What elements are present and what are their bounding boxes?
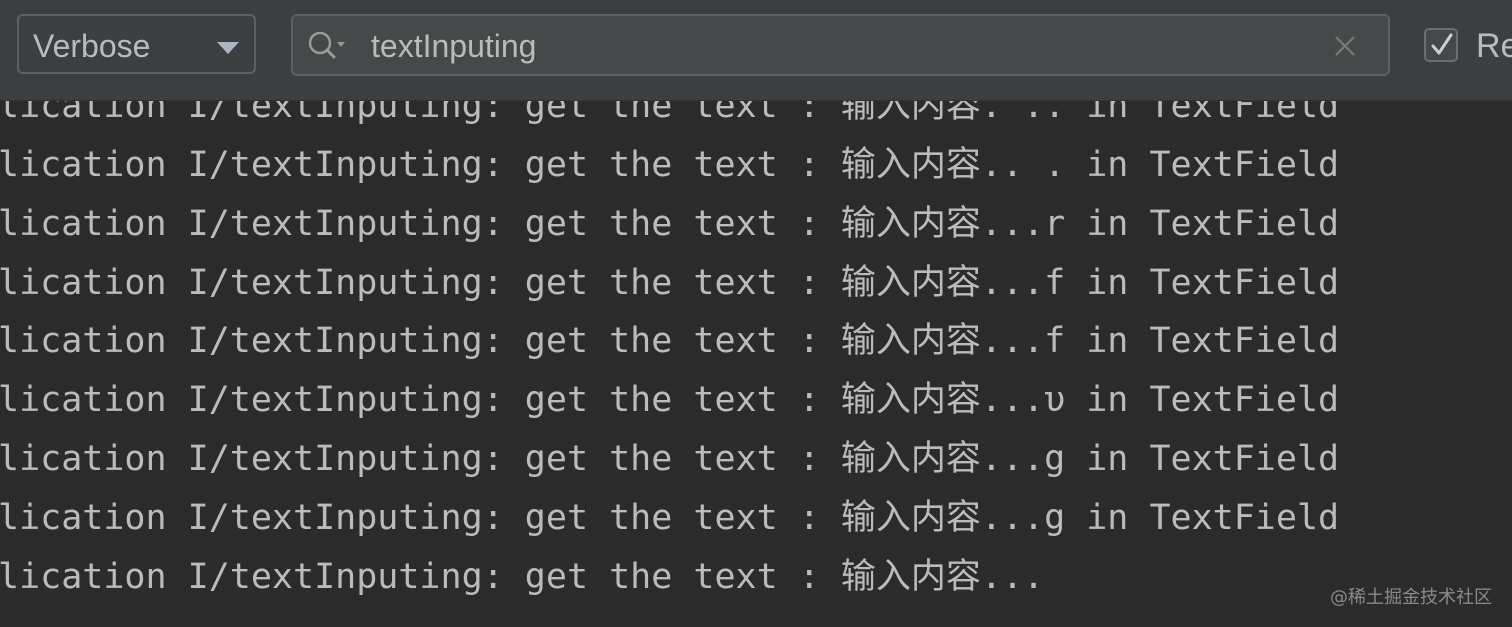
regex-checkbox[interactable]: [1424, 28, 1458, 62]
log-level-dropdown[interactable]: Verbose: [17, 14, 256, 74]
log-output[interactable]: lication I/textInputing: get the text : …: [0, 101, 1512, 627]
close-icon[interactable]: [1333, 34, 1357, 58]
log-line: lication I/textInputing: get the text : …: [0, 101, 1340, 126]
log-line: lication I/textInputing: get the text : …: [0, 321, 1340, 361]
logcat-toolbar: Verbose Re: [0, 0, 1512, 101]
log-line: lication I/textInputing: get the text : …: [0, 498, 1340, 538]
log-line: lication I/textInputing: get the text : …: [0, 204, 1340, 244]
search-icon[interactable]: [307, 30, 347, 62]
checkmark-icon: [1431, 33, 1453, 55]
chevron-down-icon[interactable]: [217, 42, 239, 54]
log-line: lication I/textInputing: get the text : …: [0, 439, 1340, 479]
search-input[interactable]: [371, 24, 1311, 68]
log-line: lication I/textInputing: get the text : …: [0, 557, 1045, 597]
log-line: lication I/textInputing: get the text : …: [0, 145, 1340, 185]
regex-label: Re: [1476, 27, 1512, 65]
log-line: lication I/textInputing: get the text : …: [0, 263, 1340, 303]
log-search-box: [291, 14, 1390, 76]
watermark: @稀土掘金技术社区: [1330, 587, 1492, 608]
log-level-value: Verbose: [33, 28, 151, 64]
log-line: lication I/textInputing: get the text : …: [0, 380, 1340, 420]
